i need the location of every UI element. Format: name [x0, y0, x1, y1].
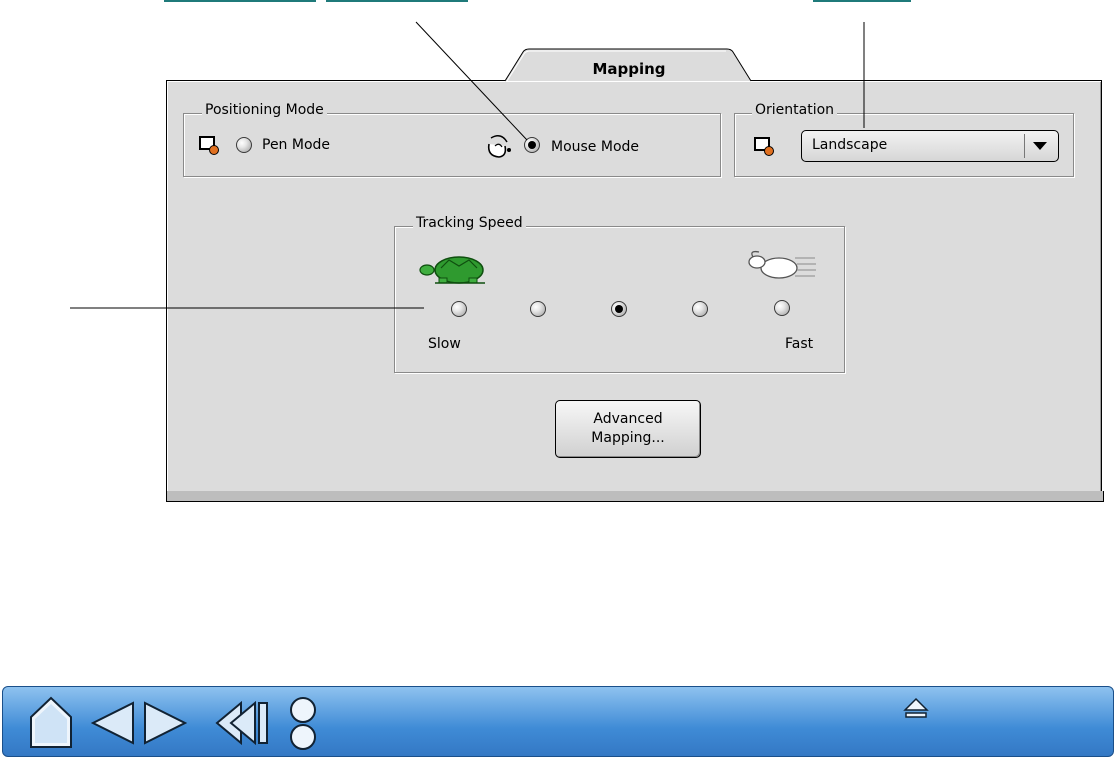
contents-index-icon[interactable] — [287, 695, 319, 753]
tracking-speed-title: Tracking Speed — [413, 215, 526, 231]
previous-page-icon[interactable] — [91, 701, 135, 745]
orientation-title: Orientation — [752, 102, 838, 118]
navigation-bar — [2, 686, 1114, 757]
speed-level-2-radio[interactable] — [530, 301, 546, 317]
link-underline-2[interactable] — [326, 0, 468, 2]
tablet-pen-icon — [199, 136, 219, 155]
mouse-mode-radio[interactable] — [524, 137, 540, 153]
chevron-down-icon[interactable] — [1024, 134, 1054, 158]
speed-level-4-radio[interactable] — [692, 301, 708, 317]
speed-level-5-radio[interactable] — [774, 300, 790, 316]
advanced-mapping-line1: Advanced — [593, 411, 663, 427]
back-icon[interactable] — [215, 701, 271, 745]
speed-level-3-radio[interactable] — [611, 301, 627, 317]
advanced-mapping-line2: Mapping... — [591, 430, 665, 446]
link-underline-1[interactable] — [164, 0, 316, 2]
link-underline-3[interactable] — [813, 0, 911, 2]
orientation-value: Landscape — [812, 137, 888, 153]
pen-mode-radio[interactable] — [236, 137, 252, 153]
rabbit-icon — [748, 250, 816, 279]
turtle-icon — [419, 256, 485, 284]
orientation-dropdown[interactable]: Landscape — [801, 130, 1059, 162]
positioning-mode-title: Positioning Mode — [202, 102, 327, 118]
speed-slow-label: Slow — [428, 336, 461, 352]
panel-bottom-edge — [166, 491, 1104, 502]
mouse-mode-label[interactable]: Mouse Mode — [551, 138, 639, 156]
next-page-icon[interactable] — [143, 701, 187, 745]
top-of-section-icon[interactable] — [903, 697, 929, 719]
tablet-pen-icon-orientation — [754, 137, 774, 156]
home-icon[interactable] — [27, 695, 77, 749]
advanced-mapping-button[interactable]: Advanced Mapping... — [555, 400, 701, 458]
speed-fast-label: Fast — [785, 336, 814, 352]
pen-mode-label[interactable]: Pen Mode — [262, 136, 330, 154]
tab-mapping-label: Mapping — [592, 60, 666, 78]
speed-level-1-radio[interactable] — [451, 301, 467, 317]
mouse-icon — [487, 135, 511, 158]
